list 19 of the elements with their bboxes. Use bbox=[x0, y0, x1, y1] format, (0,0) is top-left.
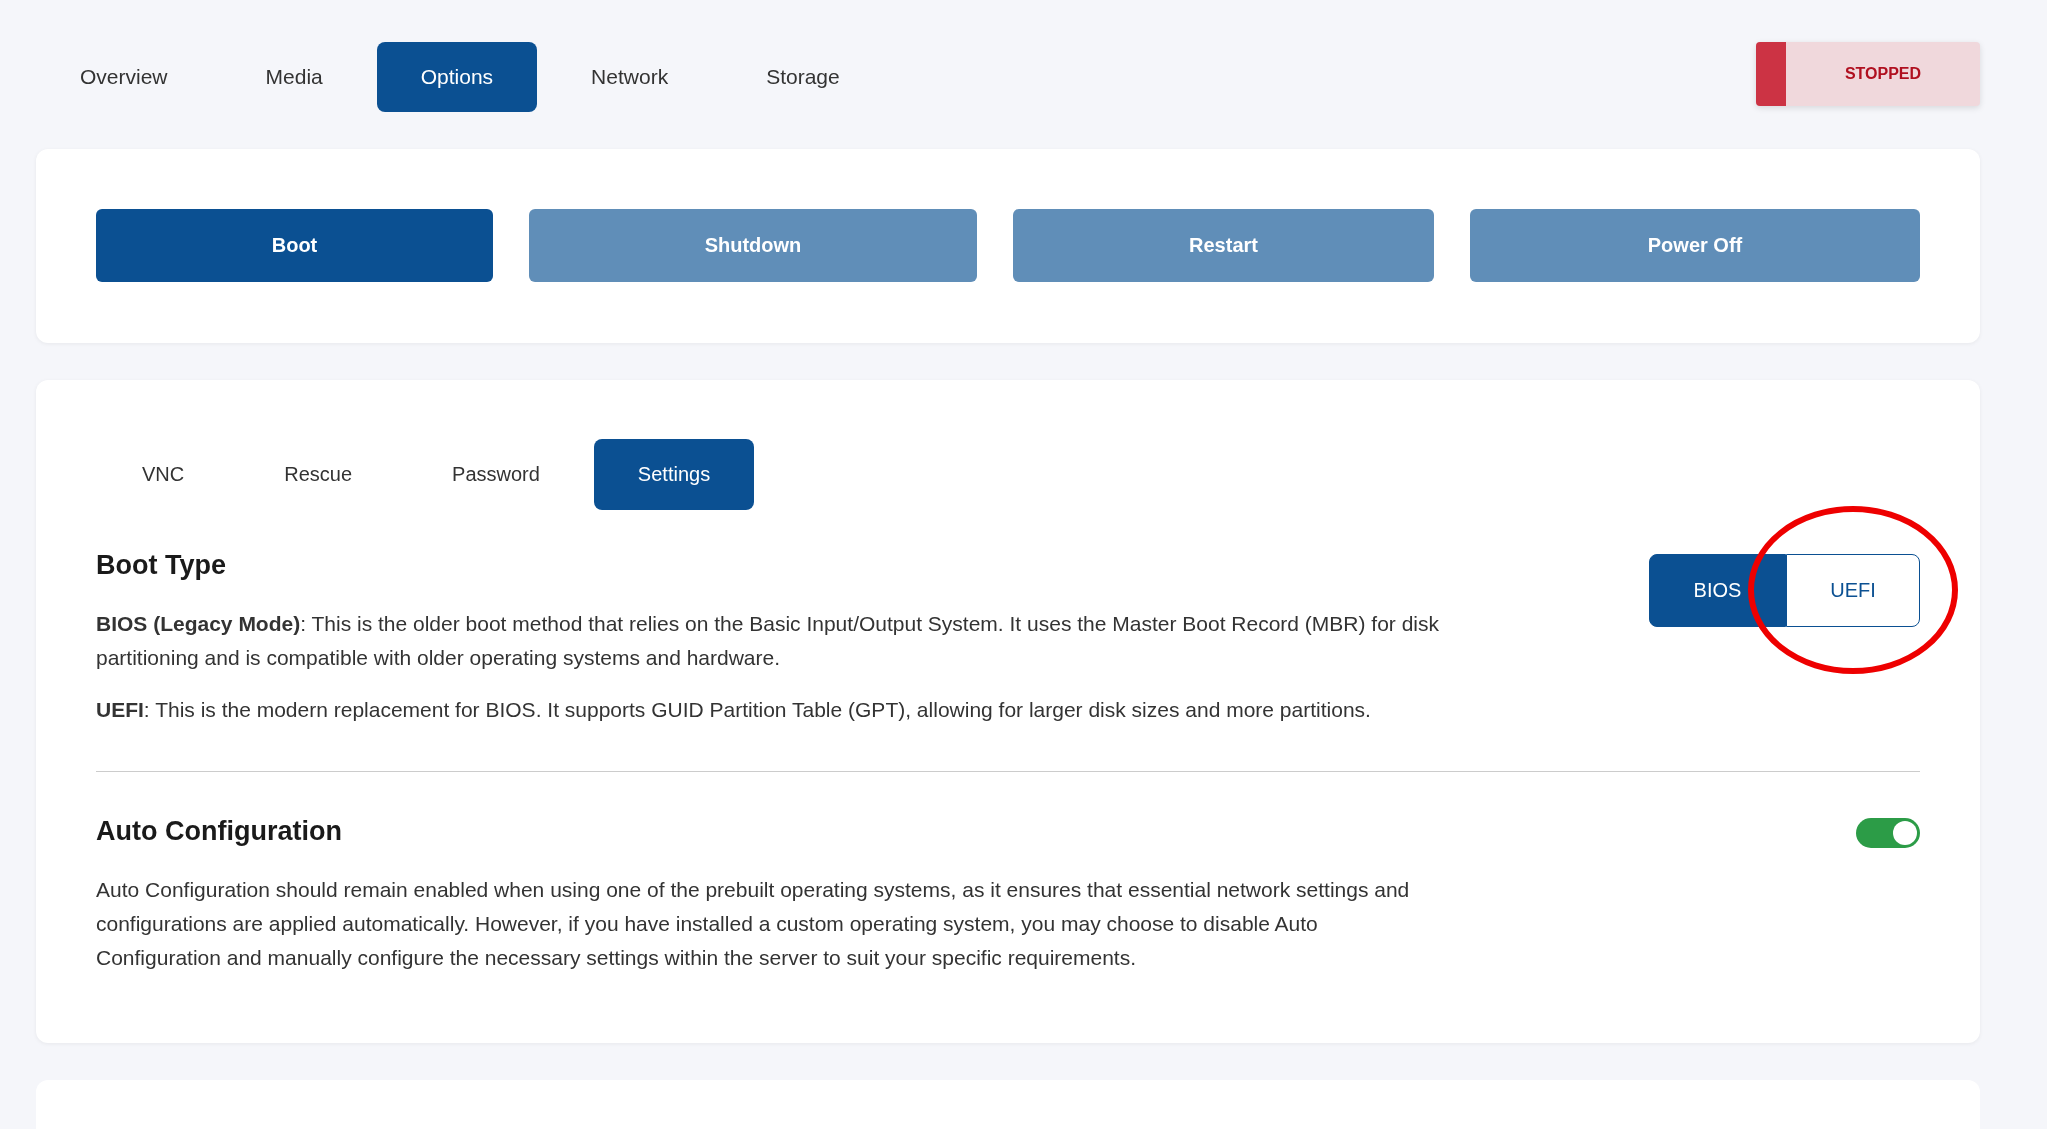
tab[interactable]: Settings bbox=[593, 439, 755, 510]
tab[interactable]: Password bbox=[406, 439, 586, 510]
description-text: UEFI: This is the modern replacement for BIOS. It supports GUID Partition Table (GPT), allowing for larger disk sizes and more partitions. bbox=[96, 697, 1372, 723]
tab[interactable]: Rescue bbox=[238, 439, 399, 510]
tab[interactable]: Storage bbox=[722, 42, 884, 112]
description-text: BIOS (Legacy Mode): This is the older boot method that relies on the Basic Input/Output System. It uses the Master Boot Record (MBR) for disk partitioning and is compatible with older operating systems and hardware. bbox=[96, 611, 1440, 671]
section-title: Auto Configuration bbox=[96, 816, 343, 847]
section-title: Boot Type bbox=[96, 550, 227, 581]
tab[interactable]: Media bbox=[221, 42, 367, 112]
tab[interactable]: Network bbox=[547, 42, 713, 112]
boot-type-option[interactable]: UEFI bbox=[1786, 554, 1920, 627]
tab[interactable]: Options bbox=[376, 42, 538, 112]
toggle-switch[interactable] bbox=[1856, 818, 1920, 848]
boot-type-option[interactable]: BIOS bbox=[1649, 554, 1786, 627]
status-badge: STOPPED bbox=[1756, 42, 1980, 106]
description-text: Auto Configuration should remain enabled when using one of the prebuilt operating systems, as it ensures that essential network settings and configurations are applied automatically. However, if you have installed a custom operating system, you may choose to disable Auto Configuration and manually configure the necessary settings within the server to suit your specific requirements. bbox=[96, 877, 1411, 971]
action-button[interactable]: Boot bbox=[96, 209, 493, 282]
tab[interactable]: VNC bbox=[96, 439, 231, 510]
tab[interactable]: Overview bbox=[36, 42, 212, 112]
